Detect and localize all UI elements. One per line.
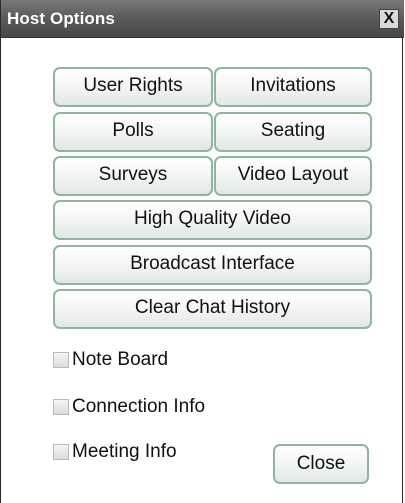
- high-quality-video-button[interactable]: High Quality Video: [53, 200, 372, 240]
- connection-info-label: Connection Info: [72, 396, 206, 417]
- close-button[interactable]: Close: [273, 444, 369, 484]
- meeting-info-checkbox[interactable]: [53, 444, 69, 460]
- video-layout-button[interactable]: Video Layout: [214, 156, 372, 196]
- title-bar[interactable]: Host Options X: [1, 0, 404, 38]
- host-options-dialog: Host Options X User Rights Invitations P…: [0, 0, 404, 503]
- note-board-label: Note Board: [72, 349, 169, 370]
- clear-chat-history-button[interactable]: Clear Chat History: [53, 289, 372, 329]
- broadcast-interface-button[interactable]: Broadcast Interface: [53, 245, 372, 285]
- meeting-info-option[interactable]: Meeting Info: [53, 440, 177, 464]
- meeting-info-label: Meeting Info: [72, 441, 177, 462]
- note-board-option[interactable]: Note Board: [53, 348, 168, 372]
- connection-info-checkbox[interactable]: [53, 399, 69, 415]
- dialog-title: Host Options: [7, 9, 115, 28]
- close-icon[interactable]: X: [379, 9, 399, 29]
- user-rights-button[interactable]: User Rights: [53, 67, 213, 107]
- note-board-checkbox[interactable]: [53, 352, 69, 368]
- surveys-button[interactable]: Surveys: [53, 156, 213, 196]
- seating-button[interactable]: Seating: [214, 112, 372, 152]
- invitations-button[interactable]: Invitations: [214, 67, 372, 107]
- polls-button[interactable]: Polls: [53, 112, 213, 152]
- connection-info-option[interactable]: Connection Info: [53, 395, 205, 419]
